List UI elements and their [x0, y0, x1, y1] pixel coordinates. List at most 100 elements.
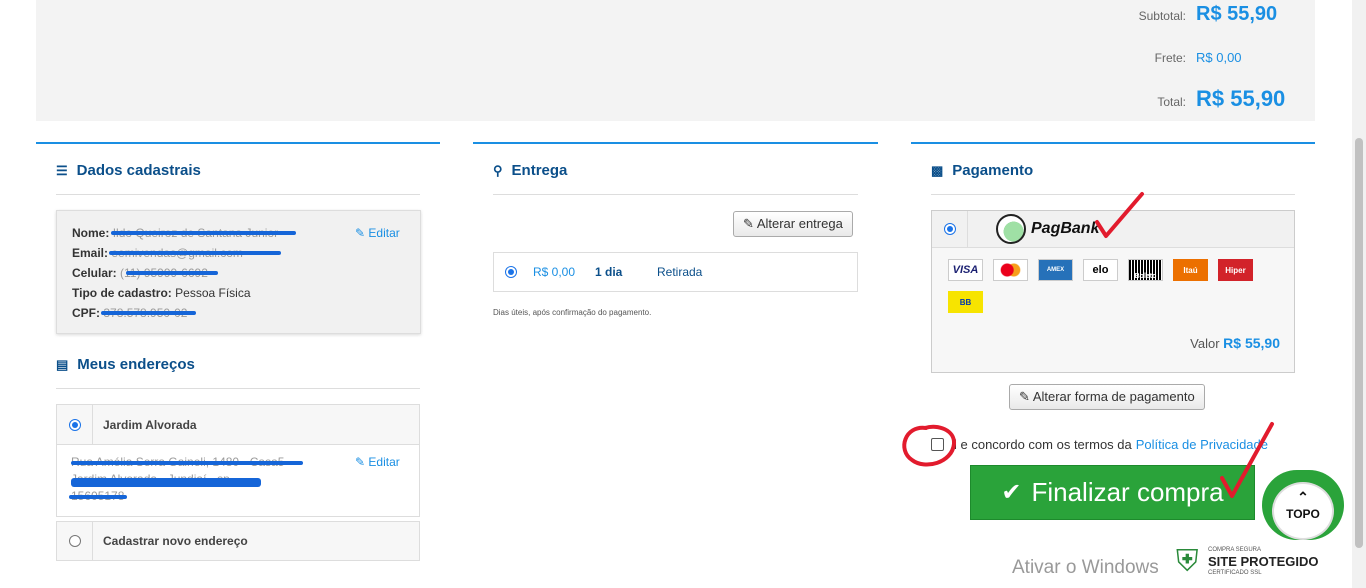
- shipping-note: Dias úteis, após confirmação do pagament…: [493, 308, 652, 317]
- address-header: Jardim Alvorada: [57, 405, 419, 444]
- boleto-icon: Boleto: [1128, 259, 1163, 281]
- address-radio-selected[interactable]: [68, 418, 81, 431]
- total-label: Total:: [1157, 95, 1186, 109]
- money-bill-icon: ▩: [931, 162, 944, 178]
- tipo-value: Pessoa Física: [175, 286, 251, 300]
- list-icon: ☰: [56, 162, 68, 178]
- redaction-scribble: [101, 311, 197, 315]
- windows-activation-watermark: Ativar o Windows: [1012, 557, 1159, 578]
- cpf-value: 378.578.950-02: [101, 306, 197, 320]
- total-row: Total: R$ 55,90: [1157, 86, 1291, 112]
- shipping-option-retirada[interactable]: R$ 0,00 1 dia Retirada: [493, 252, 858, 292]
- map-marker-icon: ⚲: [493, 162, 503, 178]
- check-icon: ✔: [1001, 479, 1022, 506]
- payment-value: Valor R$ 55,90: [1190, 335, 1280, 351]
- redaction-scribble: [71, 478, 261, 487]
- terms-checkbox[interactable]: [931, 438, 944, 451]
- celular-line: Celular: (11) 95999-6692: [72, 266, 219, 280]
- celular-value: (11) 95999-6692: [120, 266, 219, 280]
- shipping-price: R$ 0,00: [533, 265, 576, 279]
- shipping-radio-selected[interactable]: [505, 266, 517, 278]
- address-name: Jardim Alvorada: [103, 417, 197, 432]
- edit-address-link[interactable]: ✎ Editar: [355, 455, 400, 469]
- shipping-method: Retirada: [657, 265, 703, 279]
- divider: [56, 194, 420, 195]
- nome-value: Ildo Queiroz de Santana Junior: [110, 226, 296, 240]
- edit-icon: ✎: [355, 226, 366, 240]
- divider: [56, 388, 420, 389]
- address-card-jardim-alvorada[interactable]: Jardim Alvorada Rua Amélia Serra Gaineli…: [56, 404, 420, 517]
- cpf-label: CPF:: [72, 306, 100, 320]
- banco-do-brasil-icon: BB: [948, 291, 983, 313]
- tipo-label: Tipo de cadastro:: [72, 286, 172, 300]
- tipo-line: Tipo de cadastro: Pessoa Física: [72, 286, 251, 300]
- order-totals-panel: Subtotal: R$ 55,90 Frete: R$ 0,00 Total:…: [36, 0, 1315, 121]
- redaction-scribble: [126, 271, 219, 275]
- new-address-radio[interactable]: [68, 535, 81, 547]
- itau-icon: Itaú: [1173, 259, 1208, 281]
- frete-label: Frete:: [1154, 51, 1186, 65]
- address-line2: Jardim Alvorada - Jundiaí - sp: [71, 472, 261, 487]
- pencil-icon: ✎: [743, 216, 754, 231]
- subtotal-row: Subtotal: R$ 55,90: [1139, 3, 1291, 26]
- checkout-page: Subtotal: R$ 55,90 Frete: R$ 0,00 Total:…: [0, 0, 1366, 588]
- payment-radio-selected[interactable]: [943, 223, 956, 235]
- page-scrollbar[interactable]: [1352, 0, 1366, 588]
- alterar-entrega-button[interactable]: ✎ Alterar entrega: [733, 211, 853, 237]
- scrollbar-thumb[interactable]: [1355, 138, 1363, 548]
- new-address-option[interactable]: Cadastrar novo endereço: [56, 521, 420, 561]
- nome-label: Nome:: [72, 226, 110, 240]
- dados-cadastrais-title: ☰ Dados cadastrais: [56, 162, 201, 179]
- redaction-scribble: [71, 461, 303, 465]
- frete-row: Frete: R$ 0,00: [1155, 50, 1291, 65]
- divider: [493, 194, 858, 195]
- nome-line: Nome: Ildo Queiroz de Santana Junior: [72, 226, 296, 240]
- address-line1: Rua Amélia Serra Gaineli, 1480 - Casa5: [71, 455, 303, 469]
- mastercard-icon: MC: [993, 259, 1028, 281]
- pagamento-column: ▩ Pagamento PagBank VISA MC AMEX elo Bol…: [911, 142, 1315, 520]
- pencil-icon: ✎: [1019, 389, 1030, 404]
- hipercard-icon: Hiper: [1218, 259, 1253, 281]
- amex-icon: AMEX: [1038, 259, 1073, 281]
- total-value: R$ 55,90: [1196, 86, 1286, 111]
- pagbank-icon: [996, 214, 1026, 244]
- elo-icon: elo: [1083, 259, 1118, 281]
- payment-method-pagbank[interactable]: PagBank VISA MC AMEX elo Boleto Itaú Hip…: [931, 210, 1295, 373]
- redaction-scribble: [110, 231, 296, 235]
- terms-agreement: i e concordo com os termos da Política d…: [931, 437, 1268, 452]
- dados-cadastrais-column: ☰ Dados cadastrais Nome: Ildo Queiroz de…: [36, 142, 440, 561]
- cpf-line: CPF: 378.578.950-02: [72, 306, 197, 320]
- dados-cadastrais-box: Nome: Ildo Queiroz de Santana Junior Ema…: [56, 210, 421, 334]
- frete-value: R$ 0,00: [1196, 50, 1242, 65]
- redaction-scribble: [69, 495, 127, 499]
- celular-label: Celular:: [72, 266, 117, 280]
- chevron-up-icon: ⌃: [1297, 489, 1309, 505]
- entrega-title: ⚲ Entrega: [493, 162, 568, 179]
- subtotal-label: Subtotal:: [1138, 9, 1186, 23]
- redaction-scribble: [109, 251, 282, 255]
- pagbank-logo: PagBank: [996, 214, 1099, 244]
- divider: [931, 194, 1295, 195]
- privacy-policy-link[interactable]: Política de Privacidade: [1136, 437, 1268, 452]
- subtotal-value: R$ 55,90: [1196, 3, 1278, 25]
- address-body: Rua Amélia Serra Gaineli, 1480 - Casa5 J…: [57, 444, 419, 516]
- edit-icon: ✎: [355, 455, 366, 469]
- address-card-icon: ▤: [56, 356, 69, 372]
- email-label: Email:: [72, 246, 109, 260]
- new-address-label: Cadastrar novo endereço: [103, 534, 248, 548]
- meus-enderecos-title: ▤ Meus endereços: [56, 356, 195, 373]
- entrega-column: ⚲ Entrega ✎ Alterar entrega R$ 0,00 1 di…: [473, 142, 878, 317]
- shipping-days: 1 dia: [595, 265, 623, 279]
- visa-icon: VISA: [948, 259, 983, 281]
- alterar-pagamento-button[interactable]: ✎ Alterar forma de pagamento: [1009, 384, 1205, 410]
- pagamento-title: ▩ Pagamento: [931, 162, 1034, 179]
- site-protegido-seal: ⛨ COMPRA SEGURA SITE PROTEGIDO CERTIFICA…: [1176, 545, 1319, 578]
- terms-text: i e concordo com os termos da: [954, 437, 1132, 452]
- edit-dados-link[interactable]: ✎ Editar: [355, 226, 400, 240]
- shield-check-icon: ⛨: [1176, 545, 1199, 578]
- email-line: Email: eemivendas@gmail.com: [72, 246, 282, 260]
- accepted-cards: VISA MC AMEX elo Boleto Itaú Hiper: [948, 259, 1253, 281]
- finalizar-compra-button[interactable]: ✔ Finalizar compra: [970, 465, 1255, 520]
- back-to-top-button[interactable]: ⌃ TOPO: [1262, 470, 1344, 540]
- address-line3: 15605178: [69, 489, 127, 503]
